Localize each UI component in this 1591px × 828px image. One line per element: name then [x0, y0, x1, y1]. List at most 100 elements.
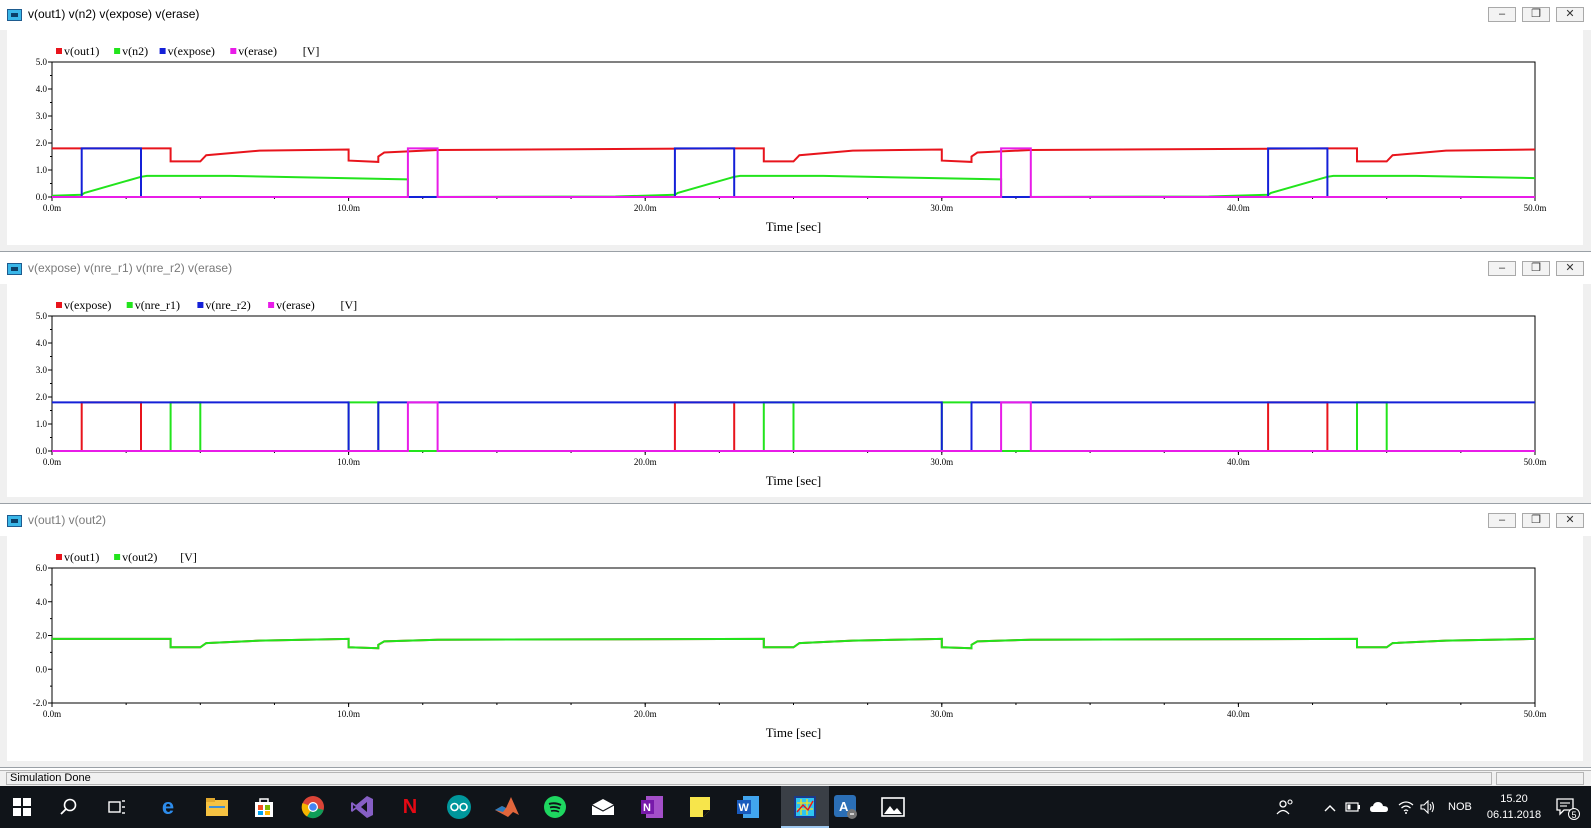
close-button[interactable]: ✕ [1556, 513, 1584, 528]
chrome-icon[interactable] [300, 794, 326, 820]
x-tick-label: 20.0m [634, 709, 657, 719]
store-icon[interactable] [251, 794, 277, 820]
svg-text:A: A [839, 799, 849, 814]
x-tick-label: 30.0m [930, 203, 953, 213]
battery-icon[interactable] [1345, 786, 1363, 828]
maximize-button[interactable]: ❐ [1522, 7, 1550, 22]
y-tick-label: 1.0 [36, 165, 48, 175]
window-title: v(out1) v(n2) v(expose) v(erase) [28, 7, 200, 21]
x-tick-label: 50.0m [1524, 203, 1547, 213]
plot-window-3-titlebar[interactable]: v(out1) v(out2) – ❐ ✕ [0, 506, 1591, 536]
minimize-button[interactable]: – [1488, 7, 1516, 22]
legend-label: v(n2) [122, 44, 148, 58]
legend-label: v(out1) [64, 44, 99, 58]
legend-label: v(erase) [276, 298, 315, 312]
y-tick-label: 0.0 [36, 664, 48, 674]
waveform-window-icon [7, 263, 22, 275]
unit-label: [V] [303, 44, 320, 58]
status-bar: Simulation Done [0, 770, 1591, 786]
plot-window-2: v(expose) v(nre_r1) v(nre_r2) v(erase) –… [0, 254, 1591, 504]
legend-swatch [56, 48, 62, 54]
svg-text:W: W [739, 802, 750, 814]
x-axis-label: Time [sec] [766, 219, 822, 234]
plot-1-chart[interactable]: v(out1) v(n2) v(expose) v(erase) [V] 5.0 4.0 3.… [7, 30, 1583, 245]
onedrive-icon[interactable] [1369, 786, 1391, 828]
waveform-window-icon [7, 9, 22, 21]
close-button[interactable]: ✕ [1556, 261, 1584, 276]
legend-label: v(expose) [168, 44, 215, 58]
window-title: v(out1) v(out2) [28, 513, 107, 527]
matlab-icon[interactable] [494, 794, 520, 820]
wifi-icon[interactable] [1398, 786, 1416, 828]
x-tick-label: 50.0m [1524, 457, 1547, 467]
legend-label: v(out2) [122, 550, 157, 564]
volume-icon[interactable] [1420, 786, 1438, 828]
clock[interactable]: 15.20 06.11.2018 [1484, 791, 1544, 823]
netflix-icon[interactable]: N [397, 794, 423, 820]
photos-icon[interactable] [880, 794, 906, 820]
legend-swatch [197, 302, 204, 308]
mail-icon[interactable] [590, 794, 616, 820]
language-indicator[interactable]: NOB [1448, 786, 1478, 828]
maximize-button[interactable]: ❐ [1522, 513, 1550, 528]
plot-window-1-titlebar[interactable]: v(out1) v(n2) v(expose) v(erase) – ❐ ✕ [0, 0, 1591, 30]
y-tick-label: 1.0 [36, 419, 48, 429]
spotify-icon[interactable] [542, 794, 568, 820]
x-tick-label: 10.0m [337, 457, 360, 467]
maximize-button[interactable]: ❐ [1522, 261, 1550, 276]
minimize-button[interactable]: – [1488, 513, 1516, 528]
close-button[interactable]: ✕ [1556, 7, 1584, 22]
sticky-notes-icon[interactable] [687, 794, 713, 820]
windows-start-icon[interactable] [9, 794, 35, 820]
plot-window-2-titlebar[interactable]: v(expose) v(nre_r1) v(nre_r2) v(erase) –… [0, 254, 1591, 284]
y-tick-label: 0.0 [36, 446, 48, 456]
ltspice-icon[interactable] [792, 794, 818, 820]
x-axis-label: Time [sec] [766, 725, 822, 740]
chevron-up-icon[interactable] [1324, 786, 1338, 828]
y-tick-label: 2.0 [36, 631, 48, 641]
autodesk-icon[interactable]: A [833, 794, 859, 820]
search-icon[interactable] [56, 794, 82, 820]
x-tick-label: 10.0m [337, 709, 360, 719]
legend-label: v(nre_r1) [135, 298, 180, 312]
x-tick-label: 0.0m [43, 457, 61, 467]
legend-swatch [56, 302, 62, 308]
legend-label: v(erase) [238, 44, 277, 58]
onenote-icon[interactable]: N [639, 794, 665, 820]
task-view-icon[interactable] [104, 794, 130, 820]
legend-swatch [159, 48, 166, 54]
y-tick-label: 0.0 [36, 192, 48, 202]
file-explorer-icon[interactable] [204, 794, 230, 820]
people-icon[interactable] [1276, 786, 1296, 828]
clock-date: 06.11.2018 [1486, 809, 1542, 821]
legend-label: v(nre_r2) [205, 298, 250, 312]
plot-3-chart[interactable]: v(out1) v(out2) [V] 6.0 4.0 2.0 0.0 -2.00.0m 10.… [7, 536, 1583, 761]
edge-icon[interactable]: e [155, 794, 181, 820]
plot-frame [51, 567, 1536, 704]
y-tick-label: 3.0 [36, 365, 48, 375]
legend-label: v(out1) [64, 550, 99, 564]
action-center-icon[interactable]: 5 [1556, 786, 1580, 828]
visual-studio-icon[interactable] [349, 794, 375, 820]
status-text: Simulation Done [6, 772, 1492, 785]
minimize-button[interactable]: – [1488, 261, 1516, 276]
x-tick-label: 40.0m [1227, 203, 1250, 213]
y-tick-label: 6.0 [36, 563, 48, 573]
y-tick-label: -2.0 [33, 698, 48, 708]
y-tick-label: 4.0 [36, 338, 48, 348]
plot-2-chart[interactable]: v(expose) v(nre_r1) v(nre_r2) v(erase) [V] 5.… [7, 284, 1583, 497]
legend-label: v(expose) [64, 298, 111, 312]
legend-swatch [230, 48, 237, 54]
y-tick-label: 5.0 [36, 57, 48, 67]
x-tick-label: 40.0m [1227, 709, 1250, 719]
unit-label: [V] [180, 550, 197, 564]
clock-time: 15.20 [1500, 793, 1528, 805]
word-icon[interactable]: W [735, 794, 761, 820]
x-axis-label: Time [sec] [766, 473, 822, 488]
arduino-icon[interactable] [446, 794, 472, 820]
legend-swatch [114, 554, 121, 560]
taskbar: e N N W A NOB 15.20 06.11.2018 5 [0, 786, 1591, 828]
x-tick-label: 20.0m [634, 457, 657, 467]
y-tick-label: 2.0 [36, 138, 48, 148]
x-tick-label: 0.0m [43, 709, 61, 719]
